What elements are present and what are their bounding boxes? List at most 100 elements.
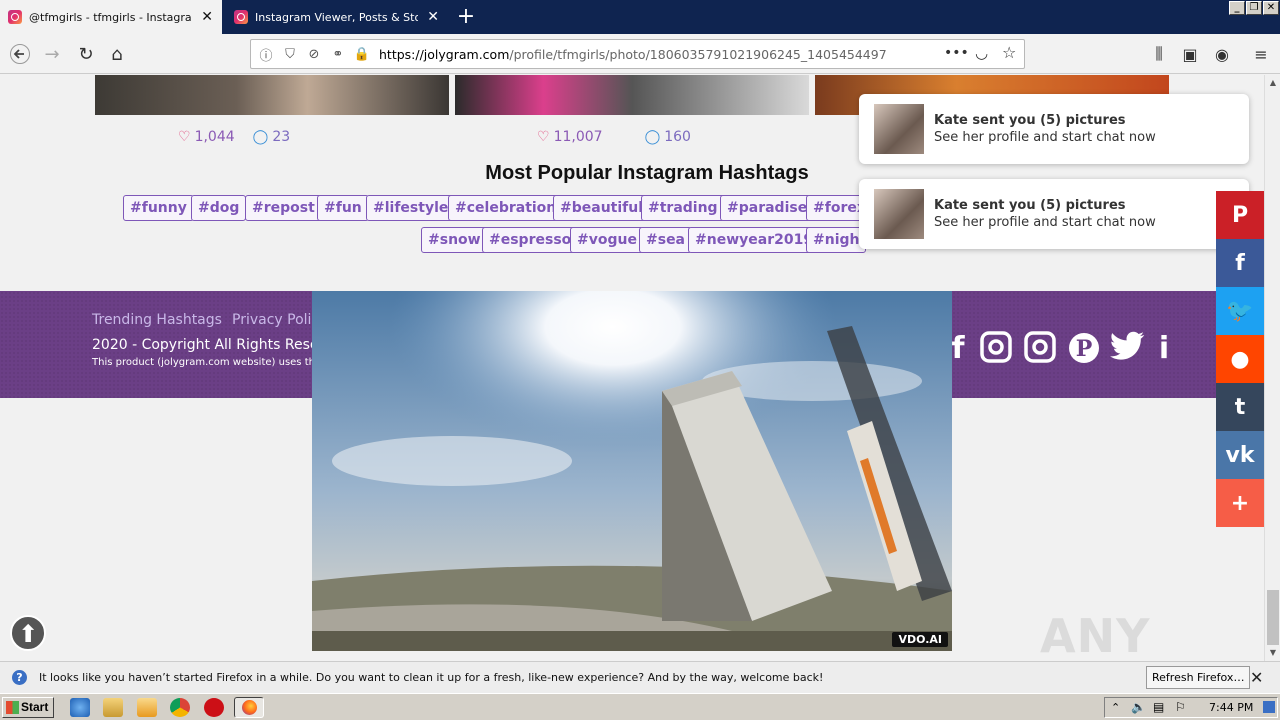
footer-info-icon[interactable]: i bbox=[1146, 331, 1182, 366]
info-icon[interactable]: ⓘ bbox=[257, 45, 275, 64]
pocket-icon[interactable]: ◡ bbox=[975, 44, 988, 62]
share-pinterest-button[interactable]: P bbox=[1216, 191, 1264, 239]
chat-notification-2[interactable]: Kate sent you (5) pictures See her profi… bbox=[859, 179, 1249, 249]
hashtag-pill[interactable]: #newyear2019 bbox=[688, 227, 821, 253]
footer-twitter-icon[interactable] bbox=[1110, 331, 1146, 369]
show-desktop-icon[interactable] bbox=[1263, 701, 1275, 713]
hashtag-pill[interactable]: #paradise bbox=[720, 195, 815, 221]
account-icon[interactable]: ◉ bbox=[1208, 40, 1236, 68]
hashtag-pill[interactable]: #repost bbox=[245, 195, 322, 221]
share-facebook-button[interactable]: f bbox=[1216, 239, 1264, 287]
hashtag-pill[interactable]: #espresso bbox=[482, 227, 579, 253]
home-button[interactable]: ⌂ bbox=[103, 40, 131, 68]
close-notification-icon[interactable]: ✕ bbox=[1250, 668, 1263, 687]
tab-title: Instagram Viewer, Posts & Story & bbox=[255, 10, 419, 24]
footer-pinterest-icon[interactable]: P bbox=[1066, 331, 1102, 373]
restore-button[interactable]: ❐ bbox=[1246, 1, 1262, 15]
share-reddit-button[interactable]: ● bbox=[1216, 335, 1264, 383]
hashtag-pill[interactable]: #beautiful bbox=[553, 195, 651, 221]
copyright-text: 2020 - Copyright All Rights Reserv bbox=[92, 337, 333, 353]
vk-icon: vk bbox=[1225, 442, 1255, 468]
scroll-to-top-button[interactable]: ⬆ bbox=[10, 615, 46, 651]
notification-title: Kate sent you (5) pictures bbox=[934, 198, 1126, 213]
video-frame bbox=[312, 291, 952, 651]
ie-icon[interactable] bbox=[70, 698, 90, 717]
hashtag-pill[interactable]: #snow bbox=[421, 227, 488, 253]
hashtag-pill[interactable]: #vogue bbox=[570, 227, 644, 253]
menu-icon[interactable]: ≡ bbox=[1247, 40, 1275, 68]
hashtag-pill[interactable]: #nigh bbox=[806, 227, 867, 253]
notification-subtitle: See her profile and start chat now bbox=[934, 215, 1156, 230]
forward-button[interactable]: → bbox=[38, 40, 66, 68]
url-host: https://jolygram.com bbox=[379, 46, 510, 62]
share-twitter-button[interactable]: 🐦 bbox=[1216, 287, 1264, 335]
hashtag-pill[interactable]: #fun bbox=[317, 195, 369, 221]
hashtag-pill[interactable]: #sea bbox=[639, 227, 693, 253]
tab-instagram-viewer[interactable]: Instagram Viewer, Posts & Story & ✕ bbox=[226, 0, 448, 34]
back-arrow-icon bbox=[10, 44, 30, 64]
new-tab-button[interactable]: + bbox=[452, 3, 480, 31]
heart-icon: ♡ bbox=[178, 129, 191, 145]
footer-link-privacy[interactable]: Privacy Polic bbox=[232, 312, 319, 328]
footer-link-trending[interactable]: Trending Hashtags bbox=[92, 312, 222, 328]
minimize-button[interactable]: _ bbox=[1229, 1, 1245, 15]
post-stats-2: ♡ 11,007 ◯ 160 bbox=[537, 129, 691, 145]
flag-icon[interactable]: ⚐ bbox=[1175, 700, 1186, 714]
vertical-scrollbar[interactable]: ▲ ▼ bbox=[1264, 75, 1280, 661]
share-tumblr-button[interactable]: t bbox=[1216, 383, 1264, 431]
tumblr-icon: t bbox=[1234, 394, 1246, 420]
footer-instagram-icon[interactable] bbox=[978, 331, 1014, 371]
library-icon[interactable]: ⫼ bbox=[1145, 40, 1173, 68]
bookmark-star-icon[interactable]: ☆ bbox=[1002, 43, 1016, 62]
post-thumbnail-1[interactable] bbox=[95, 75, 449, 115]
share-more-button[interactable]: + bbox=[1216, 479, 1264, 527]
instagram-favicon-icon bbox=[8, 10, 22, 24]
lock-icon[interactable]: 🔒 bbox=[353, 45, 371, 63]
url-path: /profile/tfmgirls/photo/1806035791021906… bbox=[509, 46, 887, 62]
scroll-up-arrow-icon[interactable]: ▲ bbox=[1265, 75, 1280, 91]
explorer-folder-icon[interactable] bbox=[103, 698, 123, 717]
hashtag-pill[interactable]: #trading bbox=[641, 195, 725, 221]
vdo-ai-badge[interactable]: VDO.AI bbox=[892, 632, 948, 647]
sidebar-icon[interactable]: ▣ bbox=[1176, 40, 1204, 68]
hashtag-pill[interactable]: #dog bbox=[191, 195, 247, 221]
start-button[interactable]: Start bbox=[2, 697, 54, 718]
hashtag-pill[interactable]: #celebration bbox=[448, 195, 564, 221]
scrollbar-thumb[interactable] bbox=[1267, 590, 1279, 645]
opera-icon[interactable] bbox=[204, 698, 224, 717]
clock: 7:44 PM bbox=[1209, 701, 1254, 714]
likes-count: ♡ 1,044 bbox=[178, 129, 235, 145]
chrome-icon[interactable] bbox=[170, 698, 190, 717]
comments-value: 160 bbox=[664, 129, 691, 145]
network-icon[interactable]: ▤ bbox=[1153, 700, 1164, 714]
footer-instagram-icon-2[interactable] bbox=[1022, 331, 1058, 371]
tab-tfmgirls[interactable]: @tfmgirls - tfmgirls - Instagram Po ✕ bbox=[0, 0, 222, 34]
volume-icon[interactable]: 🔈 bbox=[1131, 700, 1146, 714]
share-vk-button[interactable]: vk bbox=[1216, 431, 1264, 479]
link-icon[interactable]: ⚭ bbox=[329, 45, 347, 63]
hashtag-pill[interactable]: #lifestyle bbox=[366, 195, 456, 221]
shield-icon[interactable]: ⛉ bbox=[281, 45, 299, 63]
avatar bbox=[874, 104, 924, 154]
tray-expand-icon[interactable]: ⌃ bbox=[1111, 701, 1120, 714]
hashtag-pill[interactable]: #funny bbox=[123, 195, 194, 221]
anyrun-watermark: ANY RUN bbox=[1040, 609, 1151, 661]
firefox-taskbar-button[interactable] bbox=[234, 697, 264, 718]
media-player-icon[interactable] bbox=[137, 698, 157, 717]
back-button[interactable] bbox=[6, 40, 34, 68]
close-tab-icon[interactable]: ✕ bbox=[426, 9, 440, 25]
refresh-firefox-button[interactable]: Refresh Firefox… bbox=[1146, 666, 1251, 689]
url-text[interactable]: https://jolygram.com/profile/tfmgirls/ph… bbox=[379, 47, 887, 62]
url-bar[interactable]: ⓘ ⛉ ⊘ ⚭ 🔒 https://jolygram.com/profile/t… bbox=[250, 39, 1025, 69]
firefox-icon bbox=[241, 700, 257, 715]
reload-button[interactable]: ↻ bbox=[72, 40, 100, 68]
post-thumbnail-2[interactable] bbox=[455, 75, 809, 115]
close-window-button[interactable]: ✕ bbox=[1263, 1, 1279, 15]
chat-notification-1[interactable]: Kate sent you (5) pictures See her profi… bbox=[859, 94, 1249, 164]
permissions-icon[interactable]: ⊘ bbox=[305, 45, 323, 63]
page-actions-icon[interactable]: ••• bbox=[944, 45, 969, 61]
close-tab-icon[interactable]: ✕ bbox=[200, 9, 214, 25]
scroll-down-arrow-icon[interactable]: ▼ bbox=[1265, 645, 1280, 661]
video-player[interactable]: VDO.AI bbox=[312, 291, 952, 651]
notification-message: It looks like you haven’t started Firefo… bbox=[39, 671, 824, 684]
